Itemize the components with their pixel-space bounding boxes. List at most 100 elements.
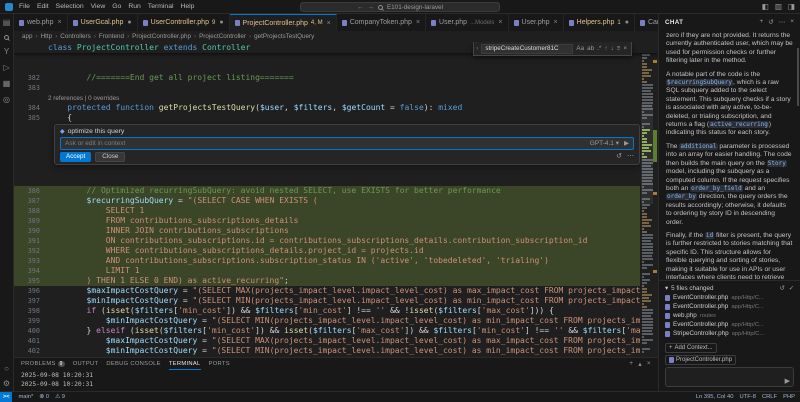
tab-UserController.php[interactable]: UserController.php9● xyxy=(138,14,230,31)
whole-word-icon[interactable]: ab xyxy=(587,45,594,52)
nav-back-icon[interactable]: ← xyxy=(357,4,364,11)
breadcrumb-item[interactable]: ProjectController.php xyxy=(132,33,191,40)
workspace-search-label[interactable]: E101-design-laravel xyxy=(387,4,443,11)
menu-file[interactable]: File xyxy=(19,3,30,10)
new-chat-icon[interactable]: + xyxy=(759,18,763,26)
next-match-icon[interactable]: ↓ xyxy=(610,45,613,52)
add-context-button[interactable]: +Add Context... xyxy=(665,343,717,353)
changed-file-item[interactable]: EventController.phpapp/Http/C... xyxy=(665,293,794,302)
close-panel-icon[interactable]: × xyxy=(647,360,651,368)
find-in-selection-icon[interactable]: ≡ xyxy=(617,45,621,52)
modified-dot-icon[interactable]: ● xyxy=(219,19,223,26)
rerun-icon[interactable]: ↺ xyxy=(616,152,622,162)
remote-indicator[interactable]: >< xyxy=(0,392,12,402)
status-item[interactable]: ⊗ 0 xyxy=(39,394,49,400)
accept-button[interactable]: Accept xyxy=(60,152,91,162)
tab-CompanyToken.php[interactable]: CompanyToken.php× xyxy=(337,14,426,31)
send-icon[interactable]: ▶ xyxy=(785,377,790,385)
panel-tab-debug-console[interactable]: DEBUG CONSOLE xyxy=(106,358,160,370)
tab-ProjectController.php[interactable]: ProjectController.php4, M× xyxy=(230,14,337,31)
menu-view[interactable]: View xyxy=(91,3,106,10)
search-icon[interactable] xyxy=(4,35,9,40)
toggle-secondary-sidebar-icon[interactable]: ◨ xyxy=(788,2,795,11)
files-changed-header[interactable]: ▾ 5 files changed ↺ ✓ xyxy=(665,283,794,293)
panel-tab-ports[interactable]: PORTS xyxy=(209,358,230,370)
close-icon[interactable]: × xyxy=(416,19,420,26)
breadcrumb-item[interactable]: ProjectController xyxy=(199,33,246,40)
status-item[interactable]: ⚠ 9 xyxy=(55,394,65,400)
keep-all-icon[interactable]: ✓ xyxy=(789,285,794,292)
copilot-chat-icon[interactable]: ◎ xyxy=(3,96,10,104)
find-expand-icon[interactable]: › xyxy=(476,45,478,52)
model-picker[interactable]: GPT-4.1 ▾ xyxy=(590,139,619,149)
history-icon[interactable]: ↺ xyxy=(768,18,773,26)
status-item[interactable]: UTF-8 xyxy=(740,394,756,400)
close-icon[interactable]: × xyxy=(790,18,794,26)
tab-web.php[interactable]: web.php× xyxy=(14,14,68,31)
panel-tab-problems[interactable]: PROBLEMS9 xyxy=(21,358,65,370)
more-icon[interactable]: ⋯ xyxy=(627,152,634,162)
prev-match-icon[interactable]: ↑ xyxy=(604,45,607,52)
command-center[interactable]: ← → E101-design-laravel xyxy=(300,2,500,12)
menu-help[interactable]: Help xyxy=(180,3,194,10)
modified-dot-icon[interactable]: ● xyxy=(127,19,131,26)
breadcrumb-item[interactable]: getProjectsTestQuery xyxy=(254,33,314,40)
tab-User.php[interactable]: User.php× xyxy=(509,14,564,31)
run-and-debug-icon[interactable]: ▷ xyxy=(3,64,9,72)
tab-User.php[interactable]: User.php...Models× xyxy=(426,14,508,31)
menu-terminal[interactable]: Terminal xyxy=(148,3,174,10)
status-item[interactable]: CRLF xyxy=(762,394,777,400)
match-case-icon[interactable]: Aa xyxy=(576,45,584,52)
close-icon[interactable]: × xyxy=(623,45,627,52)
breadcrumb-item[interactable]: Frontend xyxy=(99,33,124,40)
panel-tab-terminal[interactable]: TERMINAL xyxy=(169,358,201,370)
status-item[interactable]: PHP xyxy=(783,394,795,400)
breadcrumb-item[interactable]: Controllers xyxy=(60,33,90,40)
close-icon[interactable]: × xyxy=(498,19,502,26)
toggle-bottom-panel-icon[interactable]: ▥ xyxy=(775,2,782,11)
tab-Helpers.php[interactable]: Helpers.php1● xyxy=(564,14,635,31)
maximize-panel-icon[interactable]: ▴ xyxy=(638,360,642,368)
more-icon[interactable]: ⋯ xyxy=(779,18,786,26)
code-area[interactable]: 382 //=======End get all project listing… xyxy=(14,53,640,357)
changed-file-item[interactable]: StripeController.phpapp/Http/C... xyxy=(665,329,794,338)
send-icon[interactable]: ▶ xyxy=(624,139,629,149)
find-input[interactable]: stripeCreateCustomer81C xyxy=(481,44,573,54)
menu-edit[interactable]: Edit xyxy=(37,3,49,10)
tab-CartController.php[interactable]: CartController.php× xyxy=(635,14,658,31)
breadcrumb-item[interactable]: app xyxy=(22,33,33,40)
status-item[interactable]: main* xyxy=(18,394,33,400)
source-control-icon[interactable]: Y xyxy=(4,48,9,56)
undo-all-icon[interactable]: ↺ xyxy=(779,285,784,292)
chevron-down-icon[interactable]: ▾ xyxy=(665,285,668,292)
editor[interactable]: class ProjectController extends Controll… xyxy=(14,42,658,357)
modified-dot-icon[interactable]: ● xyxy=(625,19,629,26)
close-icon[interactable]: × xyxy=(554,19,558,26)
accounts-icon[interactable]: ○ xyxy=(4,365,9,373)
close-button[interactable]: Close xyxy=(95,152,125,162)
explorer-icon[interactable]: ▤ xyxy=(3,19,11,27)
panel-tab-output[interactable]: OUTPUT xyxy=(73,358,99,370)
breadcrumb-item[interactable]: Http xyxy=(41,33,53,40)
regex-icon[interactable]: .* xyxy=(597,45,601,52)
close-icon[interactable]: × xyxy=(327,20,331,27)
codelens-references[interactable]: 2 references | 0 overrides xyxy=(48,95,119,102)
tab-UserGcal.php[interactable]: UserGcal.php● xyxy=(68,14,138,31)
attached-file-chip[interactable]: ProjectController.php xyxy=(665,355,736,365)
nav-forward-icon[interactable]: → xyxy=(367,4,374,11)
status-item[interactable]: Ln 395, Col 40 xyxy=(696,394,734,400)
changed-file-item[interactable]: EventController.phpapp/Http/C... xyxy=(665,320,794,329)
terminal-output[interactable]: 2025-09-08 10:20:312025-09-08 10:20:31 xyxy=(14,370,658,391)
new-terminal-icon[interactable]: + xyxy=(629,360,633,368)
inline-chat-input[interactable]: Ask or edit in context GPT-4.1 ▾ ▶ xyxy=(60,137,634,150)
minimap[interactable] xyxy=(641,42,653,357)
menu-go[interactable]: Go xyxy=(112,3,121,10)
extensions-icon[interactable]: ▦ xyxy=(3,80,11,88)
changed-file-item[interactable]: web.phproutes xyxy=(665,311,794,320)
toggle-panel-icon[interactable]: ◧ xyxy=(762,2,769,11)
menu-run[interactable]: Run xyxy=(128,3,140,10)
chat-input[interactable]: ▶ xyxy=(665,367,794,387)
close-icon[interactable]: × xyxy=(57,19,61,26)
settings-icon[interactable]: ⚙ xyxy=(3,380,10,388)
menu-selection[interactable]: Selection xyxy=(56,3,84,10)
